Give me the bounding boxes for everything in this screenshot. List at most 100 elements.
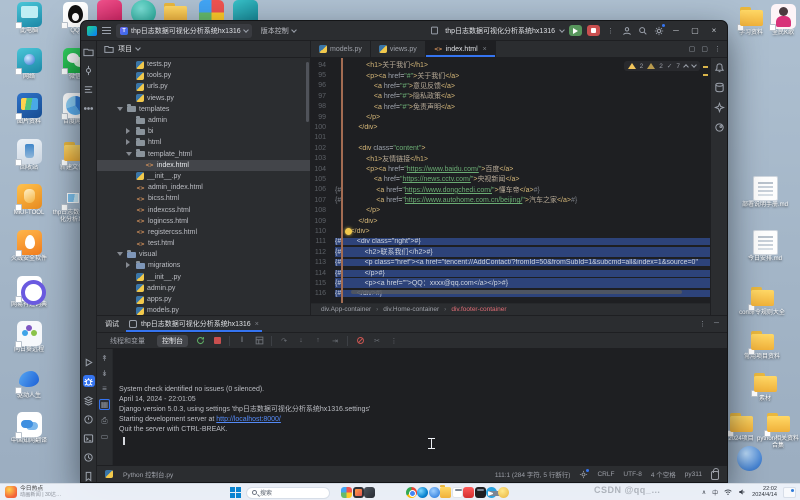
desktop-icon[interactable]: 驱动人生 [6, 367, 52, 400]
taskbar-app-palette[interactable] [341, 487, 352, 498]
main-menu-icon[interactable] [102, 27, 111, 34]
taskbar-app-bblue[interactable] [429, 487, 440, 498]
line-separator[interactable]: CRLF [597, 471, 614, 478]
clock[interactable]: 22:02 2024/4/14 [752, 486, 777, 499]
search-everywhere-button[interactable] [637, 25, 648, 36]
tree-item-admin[interactable]: admin [97, 115, 310, 126]
tree-item-admin.py[interactable]: admin.py [97, 283, 310, 294]
interpreter[interactable]: py311 [685, 471, 702, 478]
clear-console-icon[interactable]: ▭ [101, 432, 109, 441]
clear-button[interactable]: ✂ [372, 336, 382, 346]
taskbar-app-pen[interactable] [353, 487, 364, 498]
gradle-icon[interactable] [714, 122, 725, 133]
desktop-icon[interactable]: 今日安排.md [742, 230, 788, 263]
tree-item-index.html[interactable]: <>index.html [97, 160, 310, 171]
structure-icon[interactable] [83, 83, 95, 95]
intention-bulb-icon[interactable] [345, 228, 352, 235]
tree-open-arrow-icon[interactable] [117, 251, 124, 258]
step-into-button[interactable]: ↓ [296, 336, 306, 346]
view-frames-button[interactable] [254, 336, 264, 346]
editor-horizontal-scrollbar[interactable] [351, 290, 682, 294]
tree-item-test.html[interactable]: <>test.html [97, 238, 310, 249]
desktop-icon[interactable]: con命令规则大全 [739, 284, 785, 317]
indent-style[interactable]: 4 个空格 [651, 469, 676, 479]
tree-closed-arrow-icon[interactable] [126, 139, 133, 147]
problems-icon[interactable] [83, 413, 95, 425]
tree-item-__init__.py[interactable]: __init__.py [97, 272, 310, 283]
user-button[interactable] [621, 25, 632, 36]
tree-item-template_html[interactable]: template_html [97, 149, 310, 160]
tree-item-logincss.html[interactable]: <>logincss.html [97, 216, 310, 227]
tree-item-bicss.html[interactable]: <>bicss.html [97, 193, 310, 204]
folder-icon[interactable] [83, 45, 95, 57]
desktop-icon[interactable]: 此电脑 [6, 2, 52, 35]
tab-views.py[interactable]: views.py [371, 41, 426, 57]
news-widget[interactable]: 今日热点 动画新闻 | 30达… [0, 484, 66, 500]
soft-wrap-icon[interactable]: ≡ [102, 384, 107, 393]
tray-expand-icon[interactable]: ∧ [702, 489, 706, 496]
debug-panel-label[interactable]: 调试 [105, 319, 119, 329]
print-icon[interactable]: ⎙ [101, 416, 107, 426]
breadcrumb-item[interactable]: div.footer-container [451, 306, 506, 313]
tree-item-tools.py[interactable]: tools.py [97, 70, 310, 81]
file-encoding[interactable]: UTF-8 [623, 471, 641, 478]
tab-index.html[interactable]: <>index.html× [426, 41, 496, 57]
more-icon[interactable]: ⋮ [389, 336, 399, 346]
vcs-button[interactable]: 版本控制 [257, 24, 300, 38]
close-icon[interactable]: × [255, 321, 259, 328]
desktop-icon[interactable]: MiUI-TOOL [6, 184, 52, 217]
step-out-button[interactable]: ↑ [313, 336, 323, 346]
desktop-icon[interactable]: 火绒安全软件 [6, 230, 52, 263]
desktop-icon[interactable]: 向日葵远程 [6, 321, 52, 354]
desktop-icon[interactable] [726, 446, 772, 472]
breadcrumb-item[interactable]: div.App-container [321, 306, 371, 313]
taskbar-app-folder[interactable] [440, 487, 451, 498]
desktop-icon[interactable]: 回收站 [6, 139, 52, 172]
close-tab-icon[interactable]: × [483, 46, 487, 53]
tree-open-arrow-icon[interactable] [117, 106, 124, 113]
scroll-to-bottom-icon[interactable]: ↡ [101, 369, 108, 378]
tree-item-registercss.html[interactable]: <>registercss.html [97, 227, 310, 238]
tree-item-__init__.py[interactable]: __init__.py [97, 171, 310, 182]
desktop-icon[interactable]: 常用项目资料 [739, 328, 785, 361]
tree-scrollbar[interactable] [306, 62, 309, 122]
more-options-button[interactable]: ⋮ [605, 25, 616, 36]
code-editor[interactable]: 94 <h1>关于我们</h1>95 <p><a href="#">关于我们</… [311, 58, 710, 303]
services-icon[interactable] [83, 394, 95, 406]
stop-button[interactable] [587, 25, 600, 36]
profiler-icon[interactable] [83, 451, 95, 463]
notifications-icon[interactable] [714, 62, 725, 73]
tree-item-migrations[interactable]: migrations [97, 260, 310, 271]
status-left-text[interactable]: Python 控制台.py [123, 469, 173, 479]
breadcrumb-item[interactable]: div.Home-container [383, 306, 439, 313]
hide-panel-button[interactable]: ─ [714, 320, 719, 328]
notification-center-button[interactable] [783, 487, 796, 498]
tree-item-visual[interactable]: visual [97, 249, 310, 260]
taskbar-app-photos[interactable] [364, 487, 375, 498]
project-tool-header[interactable]: 项目 [97, 41, 311, 57]
lock-icon[interactable] [711, 471, 719, 480]
desktop-icon[interactable]: 全民K歌 [760, 4, 800, 37]
run-icon[interactable] [83, 356, 95, 368]
desktop-icon[interactable]: python相关资料合集 [755, 410, 800, 450]
ime-indicator[interactable]: 中 [712, 488, 718, 497]
terminal-icon[interactable] [83, 432, 95, 444]
close-button[interactable]: × [707, 25, 721, 37]
inspection-widget[interactable]: 2 2 ✓7 [624, 61, 700, 71]
step-over-button[interactable]: ↷ [279, 336, 289, 346]
search-box[interactable]: 搜索 [246, 487, 330, 499]
stop-button[interactable] [212, 336, 222, 346]
start-button[interactable] [230, 487, 241, 498]
tree-item-html[interactable]: html [97, 137, 310, 148]
desktop-icon[interactable]: 中国知网翻译 [6, 412, 52, 445]
editor-layout-icon[interactable]: ▢ [701, 45, 708, 53]
tab-threads-variables[interactable]: 线程和变量 [105, 335, 150, 347]
mute-breakpoints-button[interactable] [355, 336, 365, 346]
taskbar-app-yellow[interactable] [498, 487, 509, 498]
tree-open-arrow-icon[interactable] [126, 151, 133, 158]
run-button[interactable] [569, 25, 582, 36]
tab-console[interactable]: 控制台 [157, 335, 188, 347]
taskbar-app-red[interactable] [463, 487, 474, 498]
debug-icon[interactable] [83, 375, 95, 387]
tree-item-urls.py[interactable]: urls.py [97, 81, 310, 92]
